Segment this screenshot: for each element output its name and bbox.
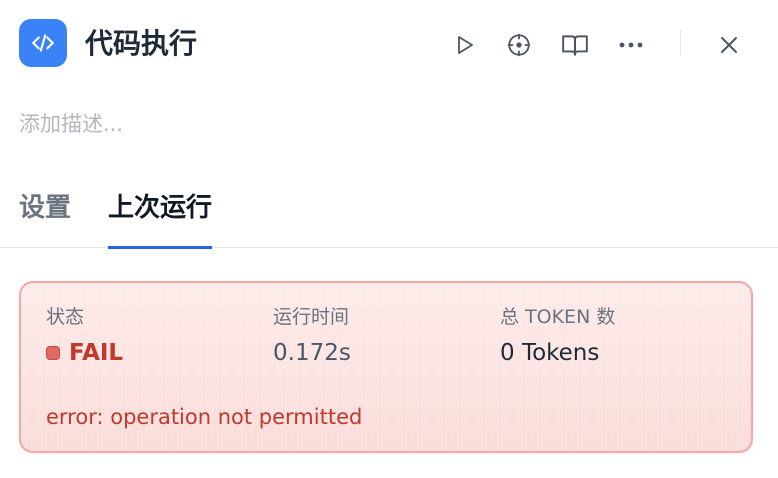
tokens-stat: 总 TOKEN 数 0 Tokens — [500, 303, 615, 370]
code-icon — [19, 19, 67, 67]
tab-bar: 设置 上次运行 — [0, 184, 778, 249]
runtime-value: 0.172s — [273, 340, 351, 366]
error-message: error: operation not permitted — [46, 405, 363, 429]
status-stat: 状态 FAIL — [46, 303, 123, 370]
runtime-stat: 运行时间 0.172s — [273, 303, 351, 370]
tab-settings[interactable]: 设置 — [19, 184, 71, 248]
description-input[interactable]: 添加描述... — [19, 108, 123, 140]
tab-last-run[interactable]: 上次运行 — [108, 184, 213, 249]
code-execution-panel: 代码执行 添加描述... 设置 上次运行 状态 FAIL 运行时间 0.172s… — [0, 0, 778, 478]
close-button[interactable] — [712, 28, 746, 62]
status-value: FAIL — [46, 336, 123, 370]
play-icon — [458, 36, 473, 54]
docs-button[interactable] — [558, 28, 592, 62]
locate-button[interactable] — [502, 28, 536, 62]
fail-status-icon — [46, 346, 60, 360]
book-icon — [562, 35, 588, 56]
status-badge: FAIL — [69, 340, 124, 366]
panel-title: 代码执行 — [85, 27, 198, 60]
panel-header: 代码执行 — [0, 0, 778, 88]
header-divider — [680, 30, 681, 56]
status-label: 状态 — [46, 306, 85, 328]
locate-icon — [507, 33, 531, 57]
close-icon — [721, 37, 737, 53]
run-result-card: 状态 FAIL 运行时间 0.172s 总 TOKEN 数 0 Tokens e… — [19, 281, 753, 453]
tokens-label: 总 TOKEN 数 — [500, 306, 616, 328]
run-button[interactable] — [447, 28, 481, 62]
runtime-label: 运行时间 — [273, 306, 350, 328]
tokens-value: 0 Tokens — [500, 340, 600, 366]
more-button[interactable] — [614, 28, 648, 62]
more-icon — [619, 42, 643, 48]
